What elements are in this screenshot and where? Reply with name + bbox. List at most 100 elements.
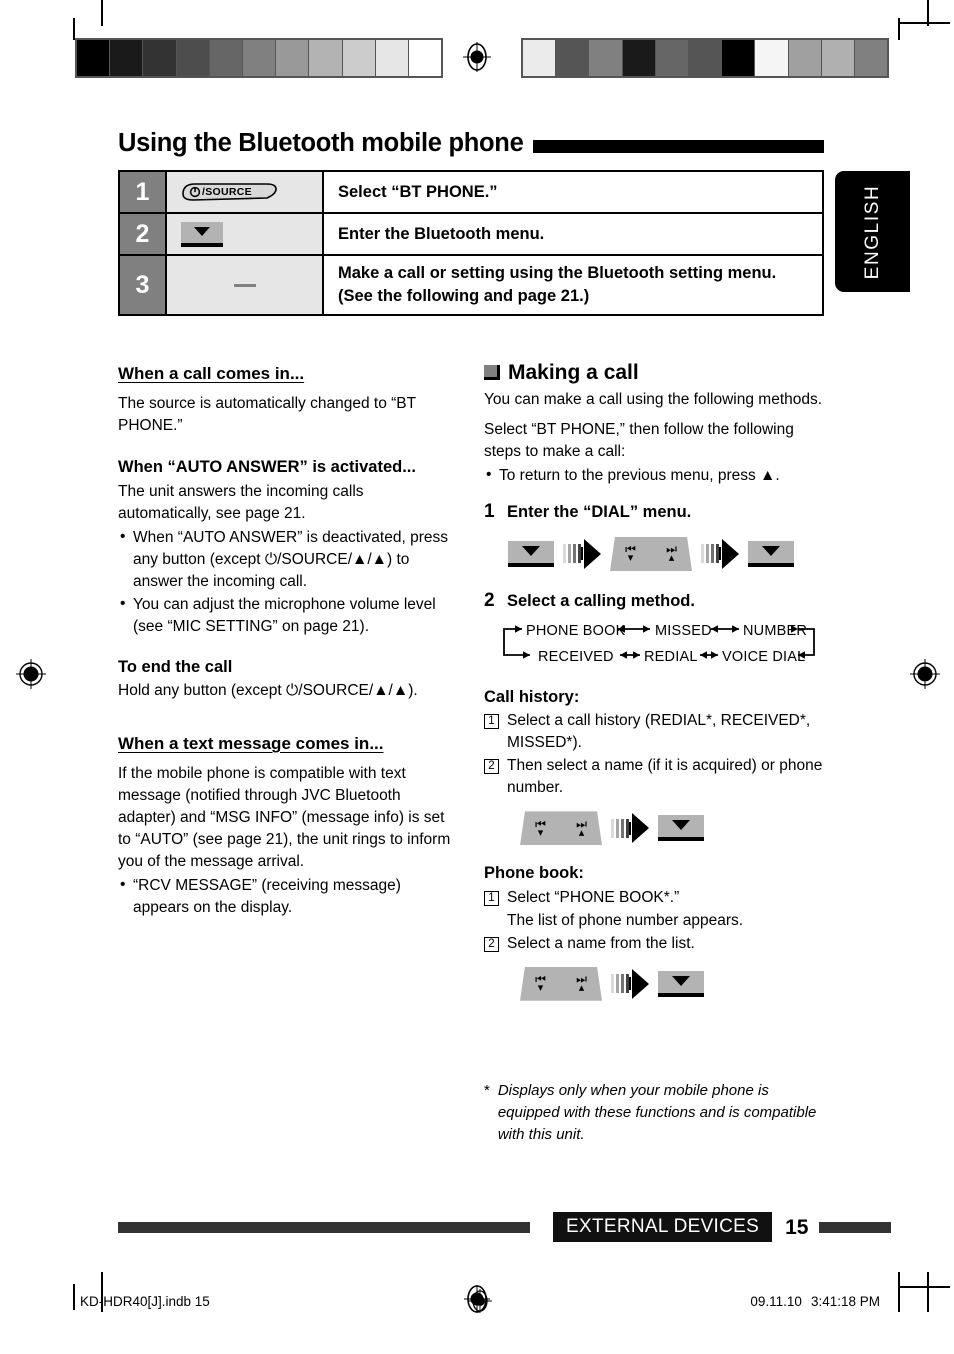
step-description: Select “BT PHONE.”: [324, 172, 822, 212]
list-item: 1 Select a call history (REDIAL*, RECEIV…: [484, 710, 824, 754]
down-key-icon: [748, 540, 794, 567]
next-key-glyph: ⏭ ▴: [576, 972, 587, 995]
updown-key-pair-icon: ⏮ ▾ ⏭ ▴: [520, 811, 602, 846]
step-box-number: 2: [484, 759, 499, 775]
step-box-text: Select a call history (REDIAL*, RECEIVED…: [507, 712, 811, 752]
prev-key-glyph: ⏮ ▾: [535, 816, 546, 839]
list-item: When “AUTO ANSWER” is deactivated, press…: [118, 526, 456, 593]
list-item: You can adjust the microphone volume lev…: [118, 593, 456, 638]
crop-mark-bottom-left-v: [73, 1284, 75, 1310]
power-source-button-icon: /SOURCE: [181, 181, 279, 203]
arrow-shaft: [629, 821, 631, 835]
step-1-dial-menu: 1 Enter the “DIAL” menu.: [484, 499, 824, 526]
calibration-swatch: [342, 40, 376, 76]
next-key-glyph: ⏭ ▴: [576, 816, 587, 839]
print-timestamp: 09.11.10 3:41:18 PM: [580, 1294, 880, 1309]
down-key-icon: [508, 540, 554, 567]
text-auto-answer: The unit answers the incoming calls auto…: [118, 482, 364, 522]
calibration-swatch: [722, 40, 756, 76]
arrow-shaft: [581, 547, 583, 561]
page-canvas: Using the Bluetooth mobile phone ENGLISH…: [0, 0, 954, 1354]
step-2-calling-method: 2 Select a calling method.: [484, 588, 824, 615]
black-arrow-icon: [611, 813, 649, 844]
step-box-number: 1: [484, 714, 499, 730]
calibration-swatch: [110, 40, 144, 76]
black-arrow-icon: [611, 968, 649, 999]
page-title-text: Using the Bluetooth mobile phone: [118, 129, 524, 157]
calibration-swatch: [309, 40, 343, 76]
step-box-text: The list of phone number appears.: [507, 911, 744, 929]
heading-phone-book: Phone book:: [484, 864, 584, 883]
crop-mark-top-right-h: [900, 22, 950, 24]
footer-page-number: 15: [785, 1215, 809, 1239]
arrow-stripes: [611, 818, 629, 838]
step-button-cell: [167, 214, 324, 254]
text-making-call-intro-2: Select “BT PHONE,” then follow the follo…: [484, 421, 794, 460]
registration-mark-left: [14, 657, 48, 691]
list-item-continuation: The list of phone number appears.: [484, 910, 824, 932]
calibration-swatch: [242, 40, 277, 76]
step-box-text: Select “PHONE BOOK*.”: [507, 888, 680, 906]
crop-mark-bottom-right-v2: [927, 1272, 929, 1312]
button-sequence-step1: ⏮ ▾ ⏭ ▴: [484, 536, 824, 571]
right-column: Making a call You can make a call using …: [484, 362, 824, 1001]
step-description-line: Select “BT PHONE.”: [338, 182, 498, 201]
print-file-name: KD-HDR40[J].indb 15: [80, 1293, 210, 1309]
step-number: 2: [120, 214, 167, 254]
crop-mark-top-left-v2: [101, 0, 103, 26]
step-description-line: Enter the Bluetooth menu.: [338, 224, 545, 243]
arrow-stripes: [611, 974, 629, 994]
title-rule: [533, 139, 824, 153]
calibration-swatch: [755, 40, 789, 76]
calibration-swatch: [523, 40, 557, 76]
procedure-step-table: 1 /SOURCE Select “BT PHONE.” 2 Enter the…: [118, 170, 824, 316]
footnote-text: Displays only when your mobile phone is …: [497, 1082, 817, 1143]
crop-mark-top-left-v: [73, 18, 75, 40]
calibration-swatch: [688, 40, 723, 76]
grayscale-calibration-bar-right: [521, 38, 889, 78]
page-footer: EXTERNAL DEVICES 15: [118, 1212, 910, 1242]
heading-end-call: To end the call: [118, 657, 233, 676]
heading-auto-answer: When “AUTO ANSWER” is activated...: [118, 458, 416, 477]
calibration-swatch: [375, 40, 409, 76]
heading-making-a-call-text: Making a call: [508, 361, 639, 384]
button-sequence-call-history: ⏮ ▾ ⏭ ▴: [484, 811, 824, 846]
step-2-number: 2: [484, 589, 495, 611]
bullet-list-auto-answer: When “AUTO ANSWER” is deactivated, press…: [118, 526, 456, 638]
step-number: 1: [120, 172, 167, 212]
calibration-swatch: [209, 40, 243, 76]
next-key-glyph: ⏭ ▴: [666, 542, 677, 565]
button-sequence-phone-book: ⏮ ▾ ⏭ ▴: [484, 966, 824, 1001]
heading-call-comes-in: When a call comes in...: [118, 364, 305, 383]
grayscale-calibration-bar-left: [75, 38, 443, 78]
print-registration-mark: [380, 1288, 580, 1314]
step-description: Make a call or setting using the Bluetoo…: [324, 256, 822, 314]
calibration-swatch: [276, 40, 310, 76]
calibration-swatch: [556, 40, 590, 76]
step-box-number: 2: [484, 936, 499, 952]
list-item: “RCV MESSAGE” (receiving message) appear…: [118, 874, 456, 919]
heading-making-a-call: Making a call: [484, 362, 824, 383]
calibration-swatch: [176, 40, 210, 76]
crop-mark-bottom-right-v: [898, 1272, 900, 1312]
step-description-line: (See the following and page 21.): [338, 287, 590, 305]
bullet-list-return-menu: To return to the previous menu, press ▲.: [484, 464, 824, 487]
registration-mark-top: [460, 40, 494, 74]
calibration-swatch: [77, 40, 111, 76]
down-key-icon: [181, 221, 223, 247]
calibration-swatch: [854, 40, 888, 76]
calibration-swatch: [622, 40, 656, 76]
calibration-swatch: [589, 40, 623, 76]
dash-icon: [233, 283, 256, 287]
arrow-head: [632, 968, 649, 999]
step-button-cell: [167, 256, 324, 314]
step-description-line: Make a call or setting using the Bluetoo…: [338, 264, 777, 283]
footer-chapter-badge: EXTERNAL DEVICES: [553, 1212, 773, 1242]
print-date: 09.11.10: [750, 1293, 802, 1309]
arrow-shaft: [719, 547, 721, 561]
step-number: 3: [120, 256, 167, 314]
